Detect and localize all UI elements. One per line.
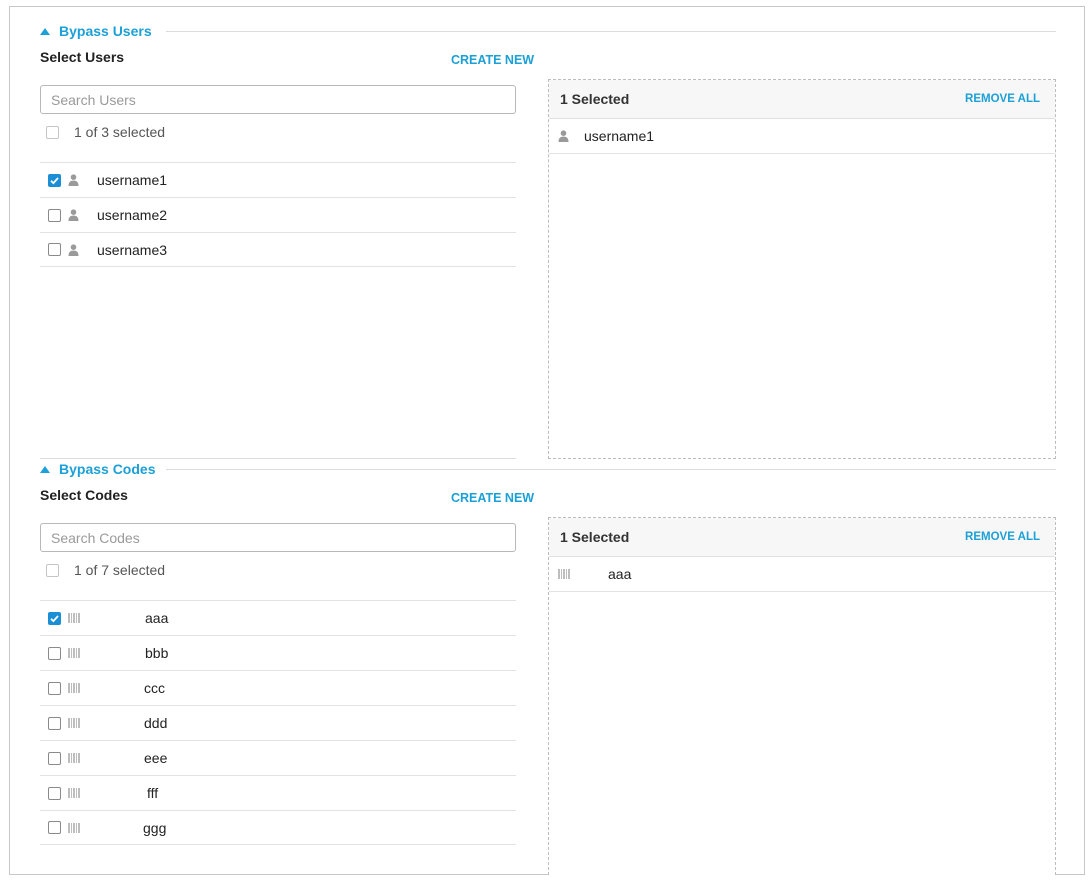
code-checkbox[interactable] bbox=[48, 611, 61, 625]
select-all-codes-checkbox[interactable] bbox=[46, 563, 59, 577]
users-selected-count: 1 of 3 selected bbox=[74, 124, 166, 140]
codes-list: aaa bbb ccc ddd eee fff ggg bbox=[40, 600, 516, 845]
list-item-code[interactable]: fff bbox=[40, 775, 516, 810]
selected-user-name: username1 bbox=[584, 128, 655, 144]
barcode-icon bbox=[558, 569, 573, 579]
user-name: username3 bbox=[97, 241, 168, 258]
select-codes-label: Select Codes bbox=[40, 487, 128, 503]
select-all-users-checkbox[interactable] bbox=[46, 125, 59, 139]
codes-selected-summary: 1 of 7 selected bbox=[46, 562, 165, 578]
selected-users-header: 1 Selected REMOVE ALL bbox=[549, 80, 1055, 119]
remove-all-users-button[interactable]: REMOVE ALL bbox=[965, 93, 1040, 105]
checkmark-icon bbox=[50, 176, 59, 184]
barcode-icon bbox=[68, 753, 83, 763]
list-item-code[interactable]: aaa bbox=[40, 600, 516, 635]
search-codes-input[interactable] bbox=[40, 523, 516, 552]
bypass-users-title[interactable]: Bypass Users bbox=[59, 23, 152, 39]
user-checkbox[interactable] bbox=[48, 243, 61, 256]
barcode-icon bbox=[68, 613, 83, 623]
list-item-code[interactable]: bbb bbox=[40, 635, 516, 670]
code-name: fff bbox=[147, 785, 159, 801]
search-users-input[interactable] bbox=[40, 85, 516, 114]
section-divider bbox=[166, 469, 1056, 470]
user-checkbox[interactable] bbox=[48, 208, 61, 222]
selected-users-count: 1 Selected bbox=[560, 91, 630, 107]
code-checkbox[interactable] bbox=[48, 681, 61, 695]
users-selected-summary: 1 of 3 selected bbox=[46, 124, 165, 140]
code-name: ccc bbox=[144, 680, 165, 696]
list-item-user[interactable]: username3 bbox=[40, 232, 516, 267]
code-name: eee bbox=[144, 750, 168, 766]
create-new-user-button[interactable]: CREATE NEW bbox=[451, 53, 534, 67]
code-name: aaa bbox=[145, 610, 169, 626]
bypass-codes-header[interactable]: Bypass Codes bbox=[40, 459, 155, 479]
bypass-codes-title[interactable]: Bypass Codes bbox=[59, 461, 155, 477]
barcode-icon bbox=[68, 648, 83, 658]
user-name: username2 bbox=[97, 207, 168, 223]
bypass-users-header[interactable]: Bypass Users bbox=[40, 21, 152, 41]
selected-users-panel: 1 Selected REMOVE ALL username1 bbox=[548, 79, 1056, 459]
user-icon bbox=[558, 130, 569, 142]
code-name: ggg bbox=[143, 819, 167, 836]
codes-selected-count: 1 of 7 selected bbox=[74, 562, 166, 578]
code-checkbox[interactable] bbox=[48, 646, 61, 660]
list-item-code[interactable]: eee bbox=[40, 740, 516, 775]
collapse-triangle-icon[interactable] bbox=[40, 465, 50, 473]
list-item-user[interactable]: username2 bbox=[40, 197, 516, 232]
code-checkbox[interactable] bbox=[48, 821, 61, 834]
barcode-icon bbox=[68, 822, 83, 833]
users-list: username1 username2 username3 bbox=[40, 162, 516, 267]
create-new-code-button[interactable]: CREATE NEW bbox=[451, 491, 534, 505]
collapse-triangle-icon[interactable] bbox=[40, 27, 50, 35]
selected-code-name: aaa bbox=[608, 566, 632, 582]
list-item-user[interactable]: username1 bbox=[40, 162, 516, 197]
list-item-code[interactable]: ccc bbox=[40, 670, 516, 705]
user-checkbox[interactable] bbox=[48, 173, 61, 187]
list-item-code[interactable]: ddd bbox=[40, 705, 516, 740]
selected-code-item: aaa bbox=[549, 557, 1055, 592]
barcode-icon bbox=[68, 788, 83, 798]
section-divider bbox=[166, 31, 1056, 32]
selected-codes-header: 1 Selected REMOVE ALL bbox=[549, 518, 1055, 557]
code-checkbox[interactable] bbox=[48, 751, 61, 765]
user-icon bbox=[68, 209, 79, 221]
list-item-code[interactable]: ggg bbox=[40, 810, 516, 845]
user-name: username1 bbox=[97, 172, 168, 188]
code-name: bbb bbox=[145, 645, 169, 661]
code-name: ddd bbox=[144, 715, 168, 731]
code-checkbox[interactable] bbox=[48, 786, 61, 800]
selected-user-item: username1 bbox=[549, 119, 1055, 154]
remove-all-codes-button[interactable]: REMOVE ALL bbox=[965, 531, 1040, 543]
select-users-label: Select Users bbox=[40, 49, 125, 65]
barcode-icon bbox=[68, 718, 83, 728]
selected-codes-count: 1 Selected bbox=[560, 529, 630, 545]
selected-codes-panel: 1 Selected REMOVE ALL aaa bbox=[548, 517, 1056, 875]
user-icon bbox=[68, 174, 79, 186]
checkmark-icon bbox=[50, 614, 59, 622]
user-icon bbox=[68, 243, 79, 256]
barcode-icon bbox=[68, 683, 83, 693]
code-checkbox[interactable] bbox=[48, 716, 61, 730]
